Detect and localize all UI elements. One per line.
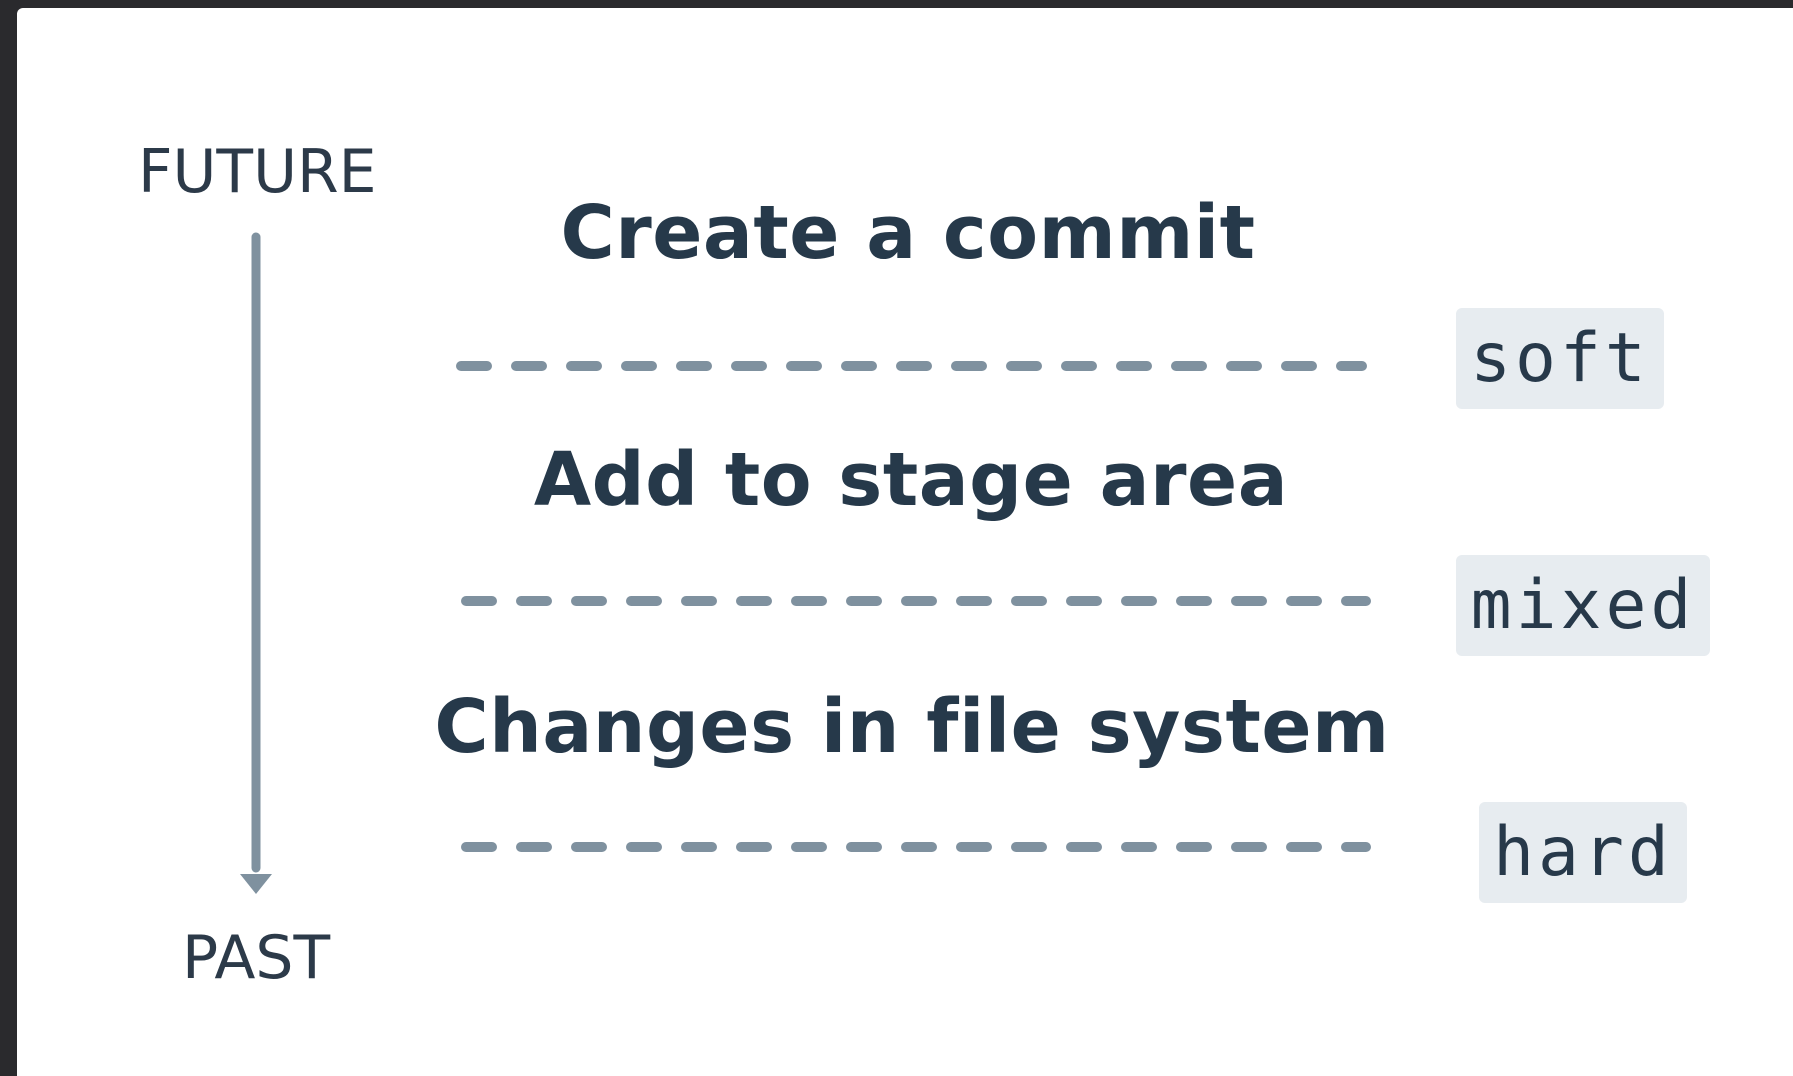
- mode-badge-mixed: mixed: [1456, 555, 1710, 656]
- mode-badge-hard: hard: [1479, 802, 1687, 903]
- mode-badge-soft: soft: [1456, 308, 1664, 409]
- dividers: [456, 361, 1371, 852]
